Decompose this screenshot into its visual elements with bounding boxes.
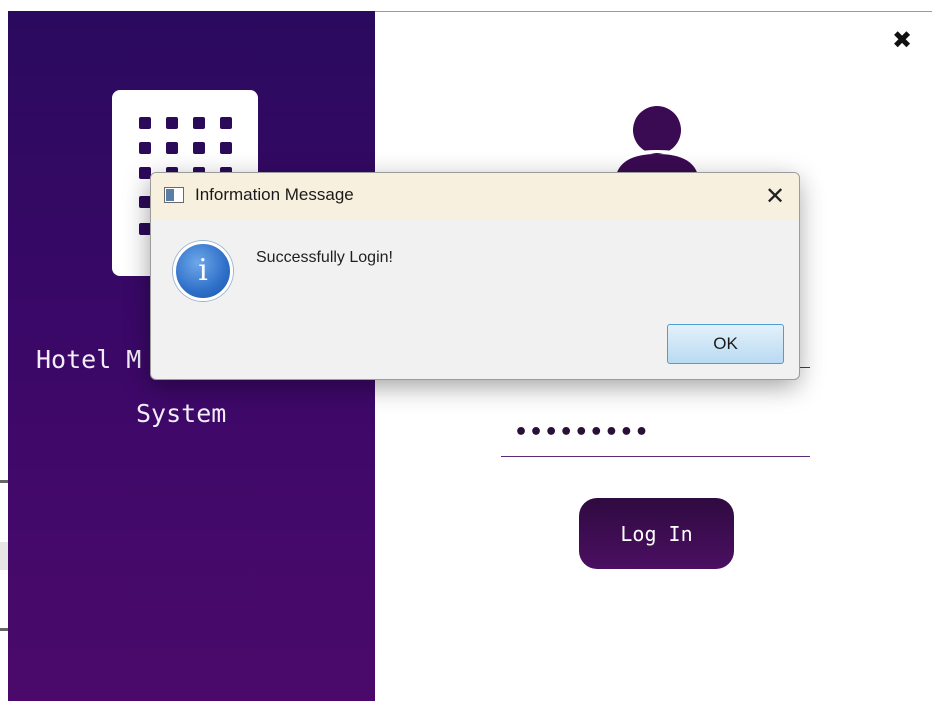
- dialog-title: Information Message: [195, 185, 354, 204]
- window-icon: [164, 187, 184, 203]
- password-field[interactable]: •••••••••: [514, 420, 650, 445]
- dialog-message: Successfully Login!: [256, 249, 393, 266]
- ok-button[interactable]: OK: [667, 324, 784, 364]
- info-glyph: i: [198, 253, 208, 288]
- close-app-button[interactable]: ✖: [889, 27, 915, 53]
- left-edge-mark: [0, 628, 8, 631]
- left-edge-mark: [0, 480, 8, 483]
- password-underline: [501, 456, 810, 457]
- dialog-close-button[interactable]: ✕: [755, 178, 795, 214]
- dialog-title-bar[interactable]: Information Message ✕: [151, 173, 799, 219]
- left-edge-background: [0, 542, 8, 570]
- window-top-border: [375, 11, 932, 12]
- info-icon: i: [173, 241, 233, 301]
- app-title-line-2: System: [136, 399, 227, 428]
- login-button[interactable]: Log In: [579, 498, 734, 569]
- information-dialog: Information Message ✕ i Successfully Log…: [150, 172, 800, 380]
